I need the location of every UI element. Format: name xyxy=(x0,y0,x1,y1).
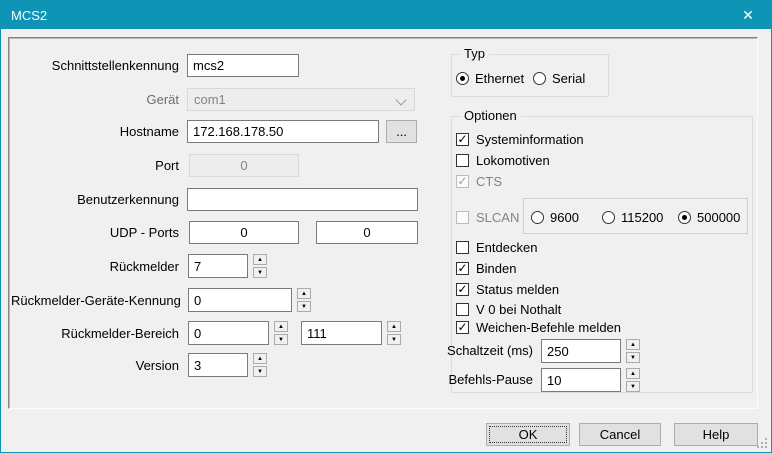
label-version: Version xyxy=(11,358,179,374)
checkbox-icon: ✓ xyxy=(456,283,469,296)
radio-icon xyxy=(531,211,544,224)
version-input[interactable] xyxy=(188,353,248,377)
geraet-combobox[interactable]: com1 xyxy=(187,88,415,111)
checkbox-icon: ✓ xyxy=(456,321,469,334)
radio-icon xyxy=(678,211,691,224)
close-button[interactable]: ✕ xyxy=(725,1,771,29)
checkbox-icon: ✓ xyxy=(456,303,469,316)
benutzerkennung-input[interactable] xyxy=(187,188,418,211)
cancel-button[interactable]: Cancel xyxy=(579,423,661,446)
spin-up-icon[interactable]: ▲ xyxy=(297,288,311,299)
spin-up-icon[interactable]: ▲ xyxy=(626,368,640,379)
label-schnittstellenkennung: Schnittstellenkennung xyxy=(11,58,179,74)
label-hostname: Hostname xyxy=(11,124,179,140)
radio-icon xyxy=(533,72,546,85)
port-input xyxy=(189,154,299,177)
checkbox-entdecken[interactable]: ✓ Entdecken xyxy=(456,239,537,255)
checkbox-cts: ✓ CTS xyxy=(456,173,502,189)
schaltzeit-input[interactable] xyxy=(541,339,621,363)
checkbox-icon: ✓ xyxy=(456,211,469,224)
rueckmelder-geraete-kennung-spinner[interactable]: ▲ ▼ xyxy=(297,288,311,312)
radio-115200[interactable]: 115200 xyxy=(602,209,663,225)
help-button[interactable]: Help xyxy=(674,423,758,446)
spin-up-icon[interactable]: ▲ xyxy=(253,353,267,364)
focus-ring xyxy=(489,426,567,443)
checkbox-status-melden[interactable]: ✓ Status melden xyxy=(456,281,559,297)
befehls-pause-input[interactable] xyxy=(541,368,621,392)
hostname-browse-button[interactable]: ... xyxy=(386,120,417,143)
spin-up-icon[interactable]: ▲ xyxy=(253,254,267,265)
schaltzeit-spinner[interactable]: ▲ ▼ xyxy=(626,339,640,363)
spin-up-icon[interactable]: ▲ xyxy=(626,339,640,350)
checkbox-icon: ✓ xyxy=(456,133,469,146)
checkbox-slcan: ✓ SLCAN xyxy=(456,209,519,225)
spin-down-icon[interactable]: ▼ xyxy=(626,352,640,363)
label-rueckmelder-geraete-kennung: Rückmelder-Geräte-Kennung xyxy=(11,293,179,309)
spin-down-icon[interactable]: ▼ xyxy=(253,366,267,377)
resize-grip[interactable] xyxy=(757,438,767,448)
radio-serial-label: Serial xyxy=(552,71,585,86)
mcs2-dialog: MCS2 ✕ Schnittstellenkennung Gerät Hostn… xyxy=(0,0,772,453)
label-benutzerkennung: Benutzerkennung xyxy=(11,192,179,208)
ok-button[interactable]: OK xyxy=(486,423,570,446)
radio-500000[interactable]: 500000 xyxy=(678,209,740,225)
checkbox-icon: ✓ xyxy=(456,241,469,254)
close-icon: ✕ xyxy=(742,7,754,24)
radio-ethernet-label: Ethernet xyxy=(475,71,524,86)
chevron-down-icon xyxy=(395,94,406,105)
hostname-input[interactable] xyxy=(187,120,379,143)
befehls-pause-spinner[interactable]: ▲ ▼ xyxy=(626,368,640,392)
rueckmelder-bereich-von-input[interactable] xyxy=(188,321,269,345)
udp-port-2-input[interactable] xyxy=(316,221,418,244)
radio-ethernet[interactable]: Ethernet xyxy=(456,70,524,86)
radio-icon xyxy=(456,72,469,85)
checkbox-icon: ✓ xyxy=(456,154,469,167)
label-port: Port xyxy=(11,158,179,174)
spin-down-icon[interactable]: ▼ xyxy=(387,334,401,345)
rueckmelder-bereich-von-spinner[interactable]: ▲ ▼ xyxy=(274,321,288,345)
label-geraet: Gerät xyxy=(11,92,179,108)
checkbox-systeminformation[interactable]: ✓ Systeminformation xyxy=(456,131,584,147)
rueckmelder-bereich-bis-input[interactable] xyxy=(301,321,382,345)
udp-port-1-input[interactable] xyxy=(189,221,299,244)
spin-down-icon[interactable]: ▼ xyxy=(253,267,267,278)
checkbox-binden[interactable]: ✓ Binden xyxy=(456,260,516,276)
checkbox-icon: ✓ xyxy=(456,262,469,275)
typ-group-title: Typ xyxy=(460,46,489,62)
label-befehls-pause: Befehls-Pause xyxy=(441,372,533,388)
geraet-combobox-value: com1 xyxy=(194,92,226,107)
checkbox-lokomotiven[interactable]: ✓ Lokomotiven xyxy=(456,152,550,168)
optionen-group-title: Optionen xyxy=(460,108,521,124)
spin-up-icon[interactable]: ▲ xyxy=(387,321,401,332)
version-spinner[interactable]: ▲ ▼ xyxy=(253,353,267,377)
radio-serial[interactable]: Serial xyxy=(533,70,585,86)
schnittstellenkennung-input[interactable] xyxy=(187,54,299,77)
rueckmelder-input[interactable] xyxy=(188,254,248,278)
spin-down-icon[interactable]: ▼ xyxy=(297,301,311,312)
checkbox-weichen-befehle-melden[interactable]: ✓ Weichen-Befehle melden xyxy=(456,319,621,335)
label-udp-ports: UDP - Ports xyxy=(11,225,179,241)
radio-9600[interactable]: 9600 xyxy=(531,209,579,225)
checkbox-v0-bei-nothalt[interactable]: ✓ V 0 bei Nothalt xyxy=(456,301,561,317)
checkbox-icon: ✓ xyxy=(456,175,469,188)
spin-down-icon[interactable]: ▼ xyxy=(274,334,288,345)
window-title: MCS2 xyxy=(11,8,47,23)
label-rueckmelder: Rückmelder xyxy=(11,259,179,275)
rueckmelder-bereich-bis-spinner[interactable]: ▲ ▼ xyxy=(387,321,401,345)
rueckmelder-geraete-kennung-input[interactable] xyxy=(188,288,292,312)
label-schaltzeit: Schaltzeit (ms) xyxy=(441,343,533,359)
titlebar[interactable]: MCS2 xyxy=(1,1,771,29)
radio-icon xyxy=(602,211,615,224)
rueckmelder-spinner[interactable]: ▲ ▼ xyxy=(253,254,267,278)
spin-down-icon[interactable]: ▼ xyxy=(626,381,640,392)
spin-up-icon[interactable]: ▲ xyxy=(274,321,288,332)
label-rueckmelder-bereich: Rückmelder-Bereich xyxy=(11,326,179,342)
